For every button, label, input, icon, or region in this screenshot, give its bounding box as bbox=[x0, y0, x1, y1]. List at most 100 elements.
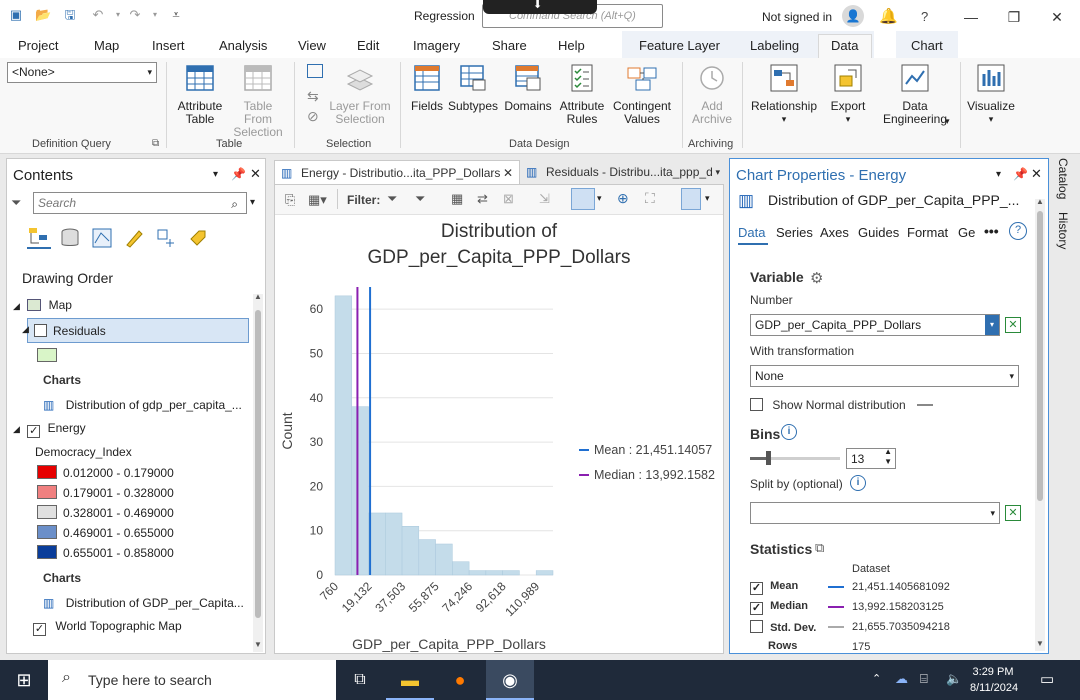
tab-residuals-chart[interactable]: ▥ Residuals - Distribu...ita_ppp_d ▾ bbox=[520, 160, 724, 184]
show-normal-row[interactable]: Show Normal distribution bbox=[750, 398, 934, 412]
stat-row-median[interactable]: ✓ Median bbox=[750, 600, 808, 615]
list-by-snapping-icon[interactable] bbox=[155, 227, 177, 252]
taskbar-clock[interactable]: 3:29 PM 8/11/2024 bbox=[970, 664, 1018, 696]
scrollbar-thumb[interactable] bbox=[1037, 211, 1043, 501]
number-field-select[interactable]: GDP_per_Capita_PPP_Dollars ▾ bbox=[750, 314, 1000, 336]
energy-visibility-checkbox[interactable]: ✓ bbox=[27, 425, 41, 438]
histogram-bar[interactable] bbox=[535, 570, 554, 576]
layer-from-selection-button[interactable]: Layer From Selection bbox=[328, 62, 392, 126]
add-chart-icon[interactable]: ▦▾ bbox=[308, 192, 327, 208]
bins-slider[interactable] bbox=[750, 451, 840, 465]
attribute-table-button[interactable]: Attribute Table bbox=[172, 62, 228, 126]
tab-share[interactable]: Share bbox=[492, 38, 527, 53]
pin-icon[interactable]: 📌 bbox=[231, 167, 246, 181]
histogram-bar[interactable] bbox=[418, 539, 436, 576]
close-pane-icon[interactable]: ✕ bbox=[250, 166, 261, 182]
stat-median-checkbox[interactable]: ✓ bbox=[750, 602, 763, 615]
expand-arrow-icon[interactable]: ◢ bbox=[13, 424, 20, 434]
select-tool-icon[interactable] bbox=[571, 188, 595, 210]
clear-selection-icon[interactable]: ⊘ bbox=[307, 108, 319, 125]
contents-scrollbar[interactable]: ▲ ▼ bbox=[253, 292, 263, 652]
scrollbar-thumb[interactable] bbox=[255, 310, 261, 618]
residuals-layer-row[interactable]: ◢ Residuals bbox=[22, 318, 249, 343]
map-tree-item[interactable]: ◢ Map bbox=[13, 298, 72, 312]
legend-toggle-icon[interactable] bbox=[681, 188, 701, 210]
pin-icon[interactable]: 📌 bbox=[1013, 167, 1028, 181]
chevron-down-icon[interactable]: ▾ bbox=[945, 116, 950, 127]
residuals-symbol-swatch[interactable] bbox=[37, 348, 57, 362]
transformation-select[interactable]: None ▾ bbox=[750, 365, 1019, 387]
legend-swatch-1[interactable] bbox=[37, 465, 57, 479]
taskbar-search-box[interactable]: ⌕ Type here to search bbox=[48, 660, 336, 700]
stat-row-stddev[interactable]: Std. Dev. bbox=[750, 620, 816, 634]
attribute-rules-button[interactable]: Attribute Rules bbox=[556, 62, 608, 126]
save-icon[interactable]: 🖫 bbox=[62, 8, 78, 22]
prop-tab-data[interactable]: Data bbox=[738, 225, 765, 240]
tab-edit[interactable]: Edit bbox=[357, 38, 379, 53]
tray-chevron-up-icon[interactable]: ⌃ bbox=[872, 672, 881, 685]
windows-start-icon[interactable]: ⊞ bbox=[0, 660, 48, 700]
tab-insert[interactable]: Insert bbox=[152, 38, 185, 53]
open-folder-icon[interactable]: 📂 bbox=[35, 8, 51, 22]
info-icon[interactable]: i bbox=[781, 424, 797, 440]
close-tab-icon[interactable]: ✕ bbox=[503, 161, 513, 184]
histogram-bar[interactable] bbox=[485, 570, 503, 576]
remote-session-bar[interactable]: ⬇ bbox=[483, 0, 597, 14]
settings-gear-icon[interactable]: ⚙ bbox=[810, 269, 823, 287]
tab-imagery[interactable]: Imagery bbox=[413, 38, 460, 53]
histogram-bar[interactable] bbox=[468, 570, 487, 576]
info-icon[interactable]: i bbox=[850, 475, 866, 491]
export-button[interactable]: Export ▾ bbox=[826, 62, 870, 126]
legend-swatch-5[interactable] bbox=[37, 545, 57, 559]
list-by-selection-icon[interactable] bbox=[91, 227, 113, 252]
undo-icon[interactable]: ↶ bbox=[90, 8, 106, 22]
export-chart-icon[interactable]: ⇲ bbox=[539, 191, 550, 207]
legend-swatch-3[interactable] bbox=[37, 505, 57, 519]
chevron-down-icon[interactable]: ▾ bbox=[110, 8, 126, 22]
dialog-launcher-icon[interactable]: ⧉ bbox=[152, 138, 159, 149]
help-icon[interactable]: ? bbox=[1009, 222, 1027, 240]
scroll-up-icon[interactable]: ▲ bbox=[254, 292, 262, 301]
tab-energy-chart[interactable]: ▥ Energy - Distributio...ita_PPP_Dollars… bbox=[274, 160, 520, 184]
expand-arrow-icon[interactable]: ◢ bbox=[22, 324, 29, 335]
legend-swatch-2[interactable] bbox=[37, 485, 57, 499]
file-explorer-icon[interactable]: ▬ bbox=[386, 660, 434, 700]
volume-icon[interactable]: 🔈 bbox=[946, 671, 962, 687]
copy-statistics-icon[interactable]: ⧉ bbox=[815, 540, 824, 556]
histogram-bar[interactable] bbox=[334, 295, 353, 576]
expand-arrow-icon[interactable]: ◢ bbox=[13, 301, 20, 311]
close-pane-icon[interactable]: ✕ bbox=[1031, 166, 1042, 182]
task-view-icon[interactable]: ⧉ bbox=[336, 660, 384, 700]
visualize-button[interactable]: Visualize ▾ bbox=[966, 62, 1016, 126]
stat-mean-checkbox[interactable]: ✓ bbox=[750, 582, 763, 595]
chart-properties-icon[interactable]: ⎘ bbox=[285, 192, 295, 208]
cloud-sync-icon[interactable]: ☁ bbox=[895, 671, 908, 687]
chevron-down-icon[interactable]: ▾ bbox=[705, 193, 710, 204]
chevron-down-icon[interactable]: ▾ bbox=[147, 8, 163, 22]
residuals-visibility-checkbox[interactable] bbox=[34, 324, 47, 337]
tab-help[interactable]: Help bbox=[558, 38, 585, 53]
basemap-row[interactable]: ✓ World Topographic Map bbox=[33, 619, 182, 636]
residuals-chart-item[interactable]: ▥ Distribution of gdp_per_capita_... bbox=[43, 398, 242, 412]
clear-selection-icon[interactable]: ⊠ bbox=[503, 191, 514, 207]
list-by-editing-icon[interactable] bbox=[123, 227, 145, 252]
prop-tab-general[interactable]: Ge bbox=[958, 225, 975, 240]
more-tabs-icon[interactable]: ••• bbox=[984, 223, 999, 239]
help-icon[interactable]: ? bbox=[921, 9, 928, 24]
add-archive-button[interactable]: Add Archive bbox=[688, 62, 736, 126]
scroll-down-icon[interactable]: ▼ bbox=[254, 640, 262, 649]
user-avatar-icon[interactable]: 👤 bbox=[842, 5, 864, 27]
stepper-icon[interactable]: ▲ ▼ bbox=[884, 449, 892, 467]
prop-tab-format[interactable]: Format bbox=[907, 225, 948, 240]
arcgis-pro-icon[interactable]: ◉ bbox=[486, 660, 534, 700]
firefox-icon[interactable]: ● bbox=[436, 660, 484, 700]
histogram-bar[interactable] bbox=[401, 526, 420, 576]
chevron-down-icon[interactable]: ▾ bbox=[996, 169, 1001, 180]
data-engineering-button[interactable]: Data Engineering bbox=[876, 62, 954, 126]
chevron-down-icon[interactable]: ▾ bbox=[250, 197, 255, 208]
contents-search-input[interactable]: Search ⌕ bbox=[33, 192, 247, 214]
new-project-icon[interactable]: ▣ bbox=[8, 8, 24, 22]
show-normal-checkbox[interactable] bbox=[750, 398, 763, 411]
scroll-up-icon[interactable]: ▲ bbox=[1036, 197, 1044, 206]
tab-data[interactable]: Data bbox=[831, 38, 858, 53]
